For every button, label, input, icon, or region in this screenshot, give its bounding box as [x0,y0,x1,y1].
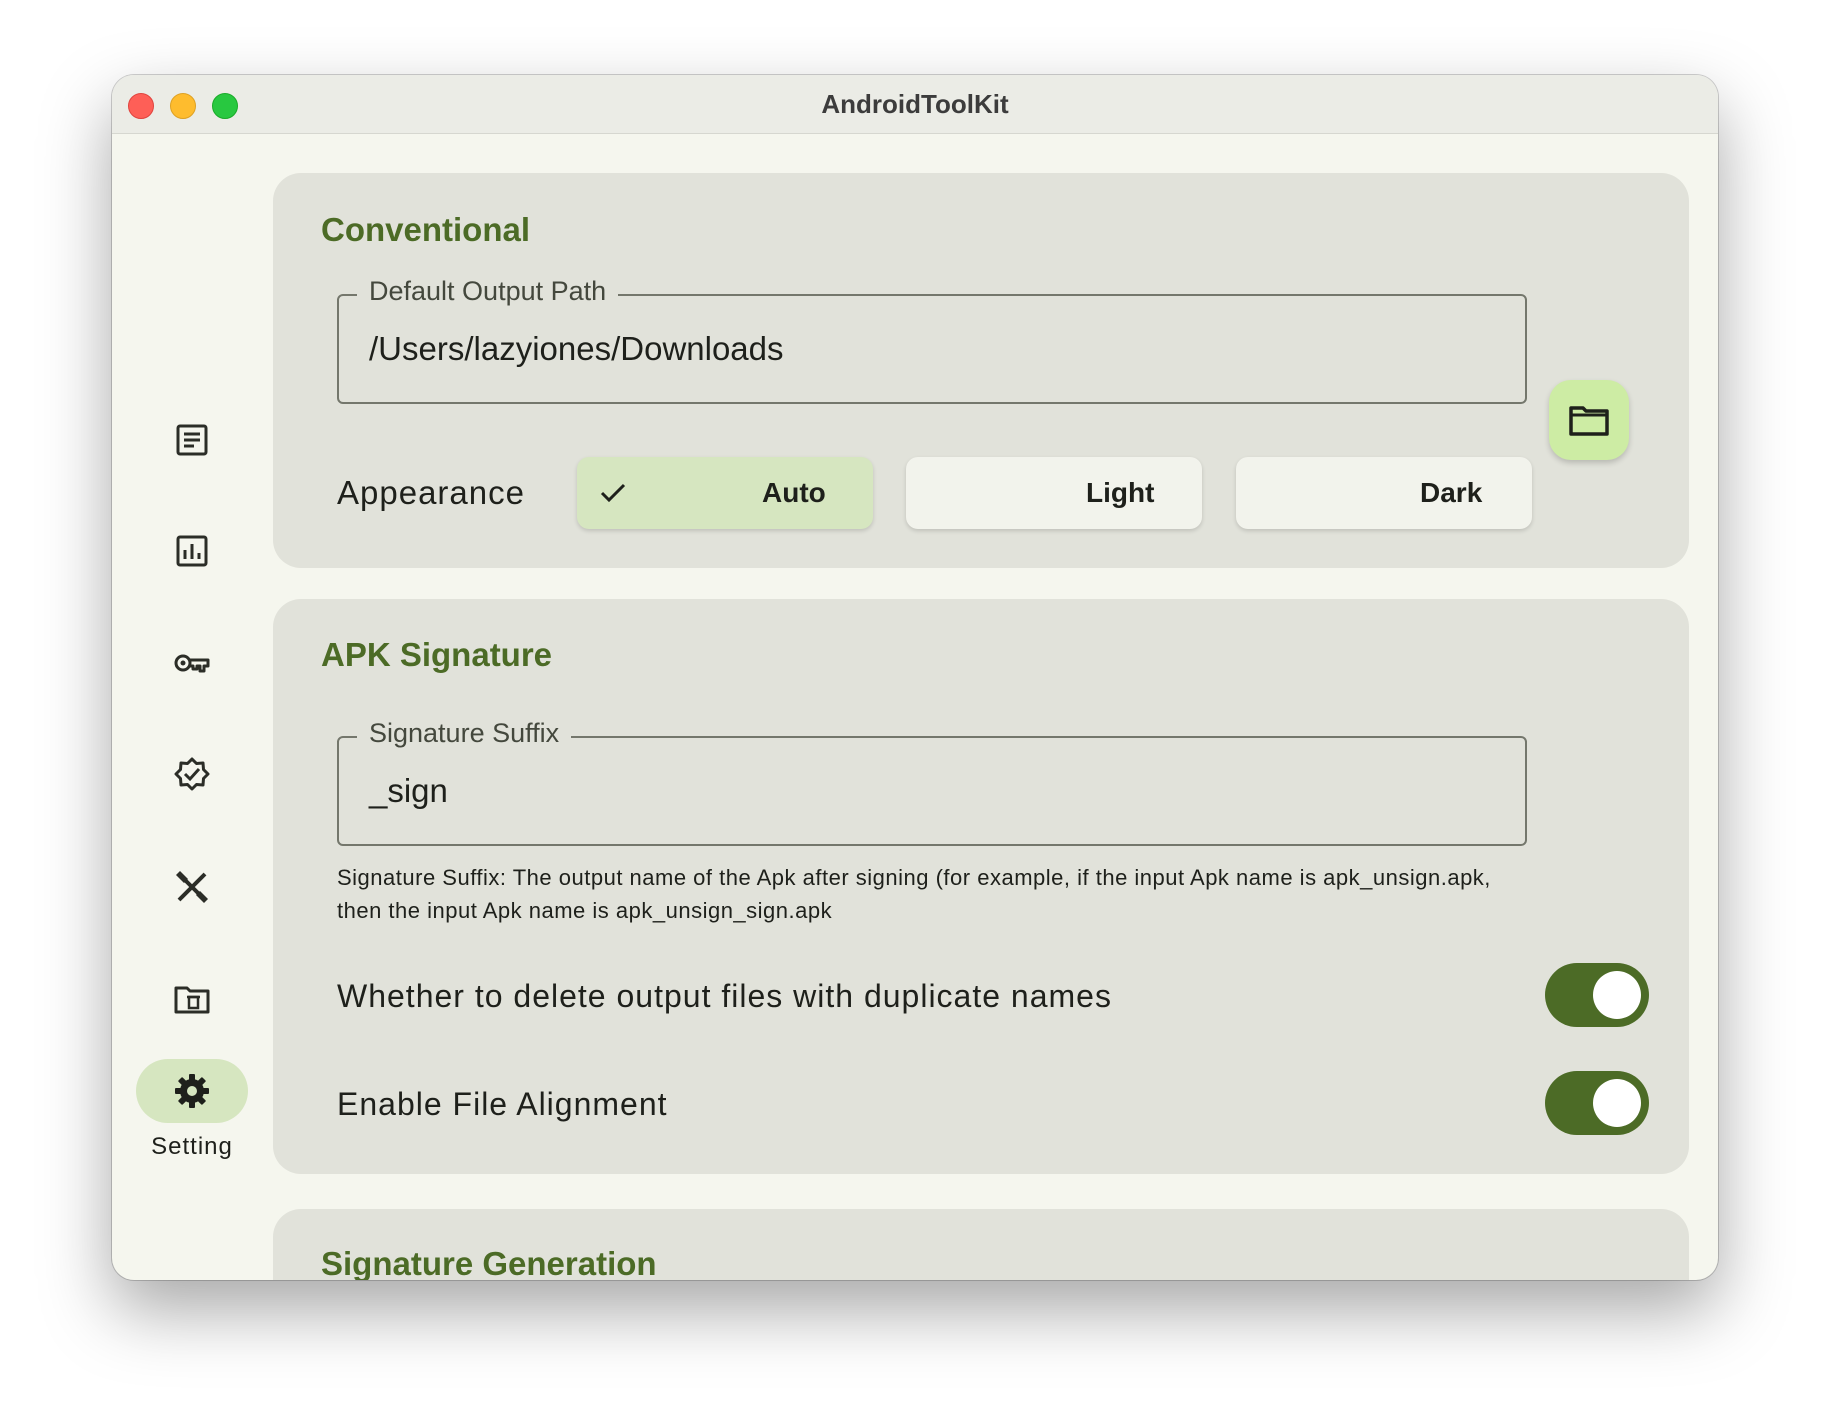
delete-duplicates-toggle[interactable] [1545,963,1649,1027]
sidebar-item-cleanup[interactable] [136,967,248,1031]
signature-suffix-value[interactable]: _sign [369,772,448,810]
conventional-card: Conventional Default Output Path /Users/… [273,173,1689,568]
appearance-label: Appearance [337,474,525,511]
sidebar-item-verify[interactable] [136,743,248,807]
default-output-path-field[interactable]: Default Output Path /Users/lazyiones/Dow… [337,276,1527,404]
toggle-knob [1593,971,1641,1019]
appearance-auto-label: Auto [762,477,826,508]
appearance-light-button[interactable]: Light [906,457,1202,529]
sidebar: Setting [112,133,272,1280]
window-controls [128,93,238,119]
chart-icon [176,535,208,567]
document-icon [176,424,208,456]
sidebar-item-key[interactable] [136,631,248,695]
design-tools-icon [176,871,208,903]
signature-suffix-label: Signature Suffix [357,718,572,749]
apk-signature-title: APK Signature [321,636,553,673]
folder-icon [1569,406,1609,436]
signature-suffix-hint: Signature Suffix: The output name of the… [337,865,1491,923]
maximize-window-button[interactable] [212,93,238,119]
close-window-button[interactable] [128,93,154,119]
toggle-knob [1593,1079,1641,1127]
delete-duplicates-label: Whether to delete output files with dupl… [337,978,1112,1014]
signature-suffix-field[interactable]: Signature Suffix _sign [337,718,1527,846]
appearance-dark-button[interactable]: Dark [1236,457,1532,529]
browse-folder-button[interactable] [1549,380,1629,460]
title-bar: AndroidToolKit [112,75,1718,134]
app-window: AndroidToolKit Setting Conventional Defa… [112,75,1718,1280]
default-output-path-value[interactable]: /Users/lazyiones/Downloads [369,330,784,368]
gear-icon [175,1074,209,1108]
signature-generation-card: Signature Generation [273,1209,1689,1280]
key-icon [174,654,210,673]
sidebar-item-tools[interactable] [136,855,248,919]
minimize-window-button[interactable] [170,93,196,119]
appearance-light-label: Light [1086,477,1155,508]
sidebar-item-document[interactable] [136,408,248,472]
sidebar-item-setting-label: Setting [151,1133,233,1160]
file-alignment-label: Enable File Alignment [337,1086,668,1122]
file-alignment-toggle[interactable] [1545,1071,1649,1135]
signature-generation-title: Signature Generation [321,1245,657,1280]
conventional-title: Conventional [321,211,531,248]
appearance-auto-button[interactable]: Auto [577,457,873,529]
folder-delete-icon [174,986,210,1014]
window-title: AndroidToolKit [821,88,1009,119]
appearance-dark-label: Dark [1420,477,1483,508]
sidebar-item-chart[interactable] [136,519,248,583]
sidebar-item-setting[interactable] [136,1059,248,1123]
check-icon [600,483,626,503]
apk-signature-card: APK Signature Signature Suffix _sign Sig… [273,599,1689,1174]
default-output-path-label: Default Output Path [357,276,619,307]
verified-badge-icon [174,757,210,791]
